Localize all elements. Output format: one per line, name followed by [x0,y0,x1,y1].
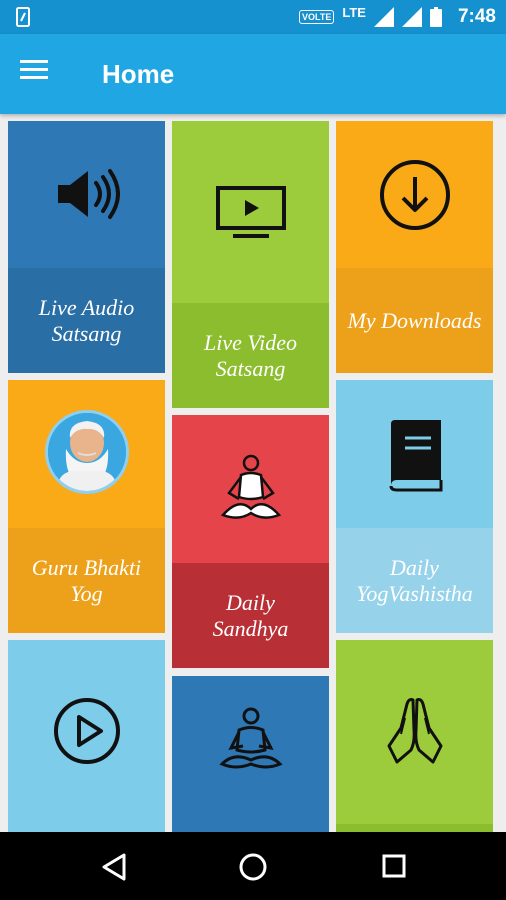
yoga-pose-icon [218,707,283,769]
volte-badge: VOLTE [299,10,335,24]
menu-button[interactable] [20,58,60,90]
guru-avatar [44,410,129,494]
tile-my-downloads[interactable]: My Downloads [336,121,493,373]
tile-live-audio-satsang[interactable]: Live Audio Satsang [8,121,165,373]
book-icon [389,420,442,492]
navigation-bar [0,832,506,900]
tile-label: Daily Sandhya [212,589,289,641]
tile-label: My Downloads [347,307,482,333]
tile-guru-bhakti-yog[interactable]: Guru Bhakti Yog [8,380,165,633]
tile-daily-sandhya[interactable]: Daily Sandhya [172,415,329,668]
tile-label: Daily YogVashistha [356,554,473,606]
download-icon [379,160,450,230]
tile-label: Live Video Satsang [203,329,298,381]
sim-card-icon [16,7,30,32]
battery-icon [429,7,442,27]
hamburger-icon [20,60,48,79]
status-bar: VOLTE LTE 7:48 [0,0,506,34]
home-grid: Live Audio Satsang Guru Bhakti Yog Live … [0,114,506,832]
recents-square-icon [382,854,406,878]
back-button[interactable] [100,852,130,882]
tile-label: Guru Bhakti Yog [31,554,142,606]
home-button[interactable] [238,852,268,882]
network-type: LTE [342,4,366,20]
back-triangle-icon [102,853,126,881]
praying-hands-icon [387,698,442,764]
tile-prayer[interactable] [336,640,493,832]
signal-icon [373,7,394,27]
tile-video-play[interactable] [8,640,165,832]
tile-live-video-satsang[interactable]: Live Video Satsang [172,121,329,408]
signal-icon-2 [401,7,422,27]
meditation-icon [220,454,281,519]
tile-label: Live Audio Satsang [38,294,135,346]
tile-daily-yogvashistha[interactable]: Daily YogVashistha [336,380,493,633]
clock: 7:48 [457,6,496,27]
tv-play-icon [215,186,286,238]
recents-button[interactable] [380,852,410,882]
app-bar: Home [0,34,506,114]
page-title: Home [102,59,175,89]
tile-yoga[interactable] [172,676,329,832]
speaker-icon [57,169,120,219]
home-circle-icon [239,853,267,881]
play-circle-icon [53,698,120,764]
